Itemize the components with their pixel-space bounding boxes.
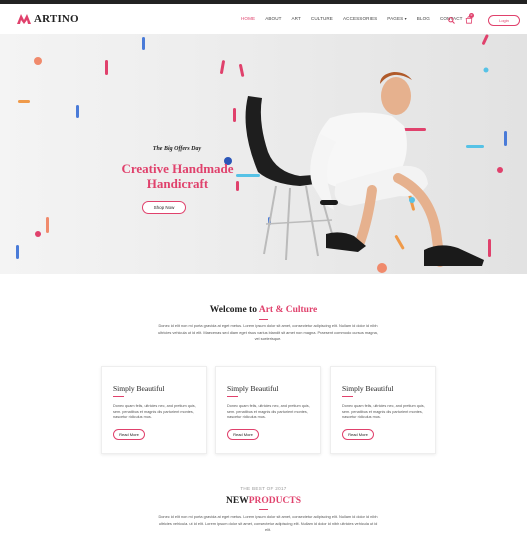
feature-card-2: Simply Beautiful Donec quam felis, ultri… [215,366,321,454]
read-more-button[interactable]: Read More [342,429,374,440]
card-divider [227,396,238,397]
products-title: NEWPRODUCTS [0,496,527,506]
products-title-prefix: NEW [226,496,249,506]
site-header: ARTINO HOME ABOUT ART CULTURE ACCESSORIE… [0,4,527,34]
welcome-text: Donec id elit non mi porta gravida at eg… [158,323,378,342]
welcome-title-accent: Art & Culture [258,305,318,315]
nav-item-culture[interactable]: CULTURE [311,16,333,21]
hero-title-line-1: Creative Handmade [121,161,234,176]
card-text: Donec quam felis, ultricies nec, and pre… [342,404,425,420]
card-text: Donec quam felis, ultricies nec, and pre… [113,404,196,420]
hero-title: Creative Handmade Handicraft [100,161,255,191]
nav-item-pages[interactable]: PAGES ▾ [387,16,407,21]
shop-now-button[interactable]: Shop Now [142,201,186,214]
card-divider [113,396,124,397]
nav-item-pages-label: PAGES [387,16,404,21]
cart-count-badge: 0 [469,13,474,18]
feature-card-3: Simply Beautiful Donec quam felis, ultri… [330,366,436,454]
login-button[interactable]: Login [488,15,520,26]
chevron-down-icon: ▾ [404,16,407,21]
nav-item-about[interactable]: ABOUT [265,16,281,21]
hero-image [16,34,507,273]
card-title: Simply Beautiful [227,384,279,393]
welcome-title-prefix: Welcome to [209,305,257,315]
hero-tagline: The Big Offers Day [152,146,202,152]
feature-card-1: Simply Beautiful Donec quam felis, ultri… [101,366,207,454]
nav-item-art[interactable]: ART [292,16,301,21]
products-title-accent: PRODUCTS [248,496,301,506]
search-icon[interactable] [448,17,455,24]
hero-title-line-2: Handicraft [146,176,209,191]
card-title: Simply Beautiful [342,384,394,393]
read-more-button[interactable]: Read More [227,429,259,440]
nav-item-accessories[interactable]: ACCESSORIES [343,16,377,21]
brand-logo[interactable]: ARTINO [17,13,79,25]
hero-banner: The Big Offers Day Creative Handmade Han… [0,34,527,274]
logo-mark-icon [17,14,31,24]
nav-item-blog[interactable]: BLOG [417,16,430,21]
read-more-button[interactable]: Read More [113,429,145,440]
products-kicker: THE BEST OF 2017 [240,486,287,491]
welcome-underline [259,319,268,320]
products-underline [259,509,268,510]
main-nav: HOME ABOUT ART CULTURE ACCESSORIES PAGES… [241,16,473,21]
nav-item-home[interactable]: HOME [241,16,255,21]
products-text: Donec id elit non mi porta gravida at eg… [158,514,378,533]
card-text: Donec quam felis, ultricies nec, and pre… [227,404,310,420]
card-title: Simply Beautiful [113,384,165,393]
welcome-title: Welcome to Art & Culture [0,305,527,315]
card-divider [342,396,353,397]
brand-name: ARTINO [34,13,79,25]
